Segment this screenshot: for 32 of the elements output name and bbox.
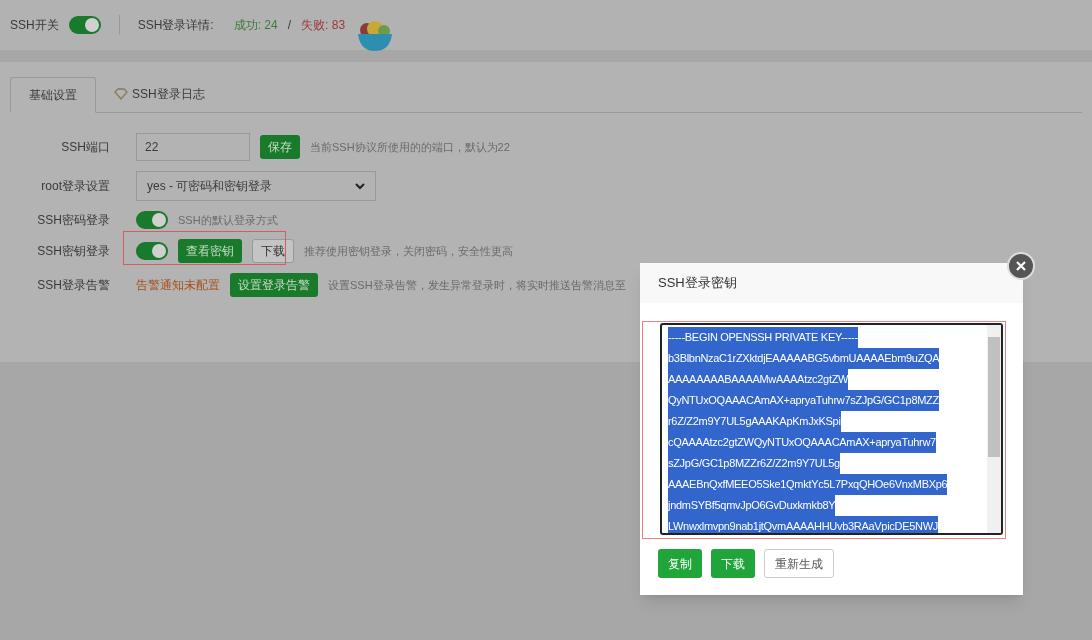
action-button[interactable]: 设置登录告警: [230, 273, 318, 297]
toggle-switch[interactable]: [136, 242, 168, 260]
setting-label: root登录设置: [40, 178, 110, 195]
setting-label: SSH密码登录: [36, 212, 110, 229]
toggle-switch[interactable]: [136, 211, 168, 229]
dialog-title: SSH登录密钥: [658, 274, 737, 293]
setting-label: SSH端口: [60, 139, 110, 156]
port-field[interactable]: 22: [136, 133, 250, 161]
action-button[interactable]: 查看密钥: [178, 239, 242, 263]
tab[interactable]: SSH登录日志: [96, 76, 223, 112]
failure-count: 失败: 83: [301, 18, 346, 32]
root-login-select[interactable]: yes - 可密码和密钥登录: [136, 171, 376, 201]
setting-hint: 当前SSH协议所使用的的端口，默认为22: [310, 139, 510, 155]
action-button[interactable]: 下载: [252, 239, 294, 263]
details-label: SSH登录详情:: [137, 17, 214, 34]
dialog-button[interactable]: 复制: [658, 549, 702, 578]
action-button[interactable]: 保存: [260, 135, 300, 159]
separator-text: /: [287, 17, 292, 34]
toggle-switch[interactable]: [68, 16, 101, 34]
setting-hint: SSH的默认登录方式: [178, 212, 278, 228]
close-icon: [1015, 260, 1027, 272]
tab[interactable]: 基础设置: [10, 77, 96, 113]
dialog-button[interactable]: 重新生成: [764, 549, 834, 578]
setting-label: SSH密钥登录: [36, 243, 110, 260]
alert-status: 告警通知未配置: [136, 277, 220, 294]
setting-label: SSH登录告警: [36, 277, 110, 294]
chevron-down-icon: [355, 182, 365, 190]
success-count: 成功: 24: [233, 17, 278, 34]
fruit-bowl-icon: [357, 20, 394, 52]
setting-hint: 推荐使用密钥登录，关闭密码，安全性更高: [304, 243, 513, 259]
dialog-button[interactable]: 下载: [711, 549, 755, 578]
switch-label: SSH开关: [10, 17, 59, 34]
